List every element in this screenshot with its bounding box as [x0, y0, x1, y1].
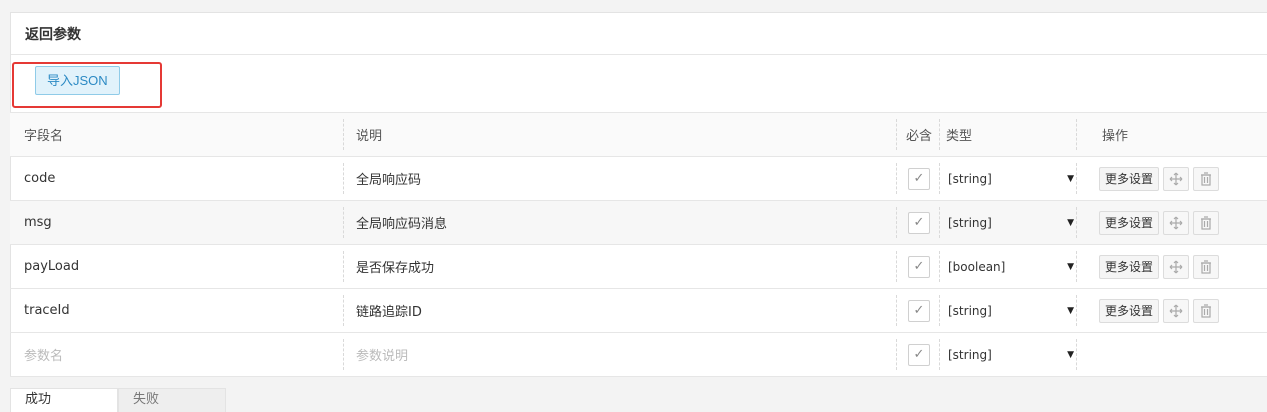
field-desc[interactable]: 链路追踪ID [356, 301, 422, 320]
column-divider [896, 119, 897, 150]
new-param-row: 参数名 参数说明 ✓ [string] ▼ [10, 333, 1267, 377]
type-select[interactable]: [string] ▼ [946, 167, 1074, 191]
column-divider [939, 119, 940, 150]
header-desc: 说明 [356, 129, 383, 144]
table-row: code 全局响应码 ✓ [string] ▼ 更多设置 [10, 157, 1267, 201]
column-divider [343, 207, 344, 238]
table-header: 字段名 说明 必含 类型 操作 [10, 112, 1267, 157]
field-name[interactable]: msg [24, 215, 52, 230]
column-divider [1076, 339, 1077, 370]
column-divider [896, 339, 897, 370]
column-divider [343, 251, 344, 282]
params-table: 字段名 说明 必含 类型 操作 code 全局响应码 ✓ [string] ▼ … [10, 112, 1267, 377]
header-field: 字段名 [24, 129, 64, 144]
field-desc[interactable]: 全局响应码消息 [356, 213, 447, 232]
required-checkbox[interactable]: ✓ [908, 343, 930, 366]
type-select-value: [string] [948, 215, 992, 230]
move-icon[interactable] [1163, 298, 1190, 323]
column-divider [939, 163, 940, 194]
type-select-value: [string] [948, 171, 992, 186]
column-divider [939, 339, 940, 370]
type-select-value: [string] [948, 347, 992, 362]
column-divider [1076, 119, 1077, 150]
trash-icon[interactable] [1193, 254, 1220, 279]
column-divider [343, 163, 344, 194]
type-select[interactable]: [string] ▼ [946, 211, 1074, 235]
required-checkbox[interactable]: ✓ [908, 167, 930, 190]
section-title: 返回参数 [11, 13, 1267, 55]
field-name[interactable]: traceId [24, 303, 70, 318]
column-divider [896, 163, 897, 194]
field-name[interactable]: payLoad [24, 259, 79, 274]
column-divider [1076, 251, 1077, 282]
table-row: traceId 链路追踪ID ✓ [string] ▼ 更多设置 [10, 289, 1267, 333]
more-settings-button[interactable]: 更多设置 [1099, 166, 1160, 191]
more-settings-button[interactable]: 更多设置 [1099, 210, 1160, 235]
column-divider [939, 207, 940, 238]
field-name[interactable]: code [24, 171, 55, 186]
chevron-down-icon: ▼ [1067, 217, 1074, 228]
import-json-button[interactable]: 导入JSON [35, 66, 120, 95]
header-ops: 操作 [1102, 129, 1129, 144]
column-divider [343, 119, 344, 150]
type-select[interactable]: [boolean] ▼ [946, 255, 1074, 279]
header-required: 必含 [905, 129, 932, 144]
chevron-down-icon: ▼ [1067, 261, 1074, 272]
column-divider [896, 295, 897, 326]
column-divider [939, 295, 940, 326]
column-divider [1076, 207, 1077, 238]
required-checkbox[interactable]: ✓ [908, 299, 930, 322]
tab-failure[interactable]: 失败 [118, 388, 226, 412]
type-select-value: [string] [948, 303, 992, 318]
trash-icon[interactable] [1193, 298, 1220, 323]
type-select[interactable]: [string] ▼ [946, 299, 1074, 323]
field-desc[interactable]: 是否保存成功 [356, 257, 434, 276]
type-select[interactable]: [string] ▼ [946, 343, 1074, 367]
header-type: 类型 [946, 129, 973, 144]
field-desc[interactable]: 全局响应码 [356, 169, 421, 188]
column-divider [1076, 295, 1077, 326]
chevron-down-icon: ▼ [1067, 173, 1074, 184]
chevron-down-icon: ▼ [1067, 349, 1074, 360]
column-divider [939, 251, 940, 282]
tab-success[interactable]: 成功 [10, 388, 118, 412]
required-checkbox[interactable]: ✓ [908, 255, 930, 278]
response-tabs: 成功 失败 [10, 388, 226, 412]
column-divider [343, 339, 344, 370]
column-divider [343, 295, 344, 326]
column-divider [1076, 163, 1077, 194]
type-select-value: [boolean] [948, 259, 1006, 274]
move-icon[interactable] [1163, 254, 1190, 279]
move-icon[interactable] [1163, 210, 1190, 235]
column-divider [896, 207, 897, 238]
required-checkbox[interactable]: ✓ [908, 211, 930, 234]
field-name-input[interactable]: 参数名 [24, 345, 63, 364]
table-row: msg 全局响应码消息 ✓ [string] ▼ 更多设置 [10, 201, 1267, 245]
move-icon[interactable] [1163, 166, 1190, 191]
chevron-down-icon: ▼ [1067, 305, 1074, 316]
more-settings-button[interactable]: 更多设置 [1099, 254, 1160, 279]
more-settings-button[interactable]: 更多设置 [1099, 298, 1160, 323]
column-divider [896, 251, 897, 282]
trash-icon[interactable] [1193, 166, 1220, 191]
table-row: payLoad 是否保存成功 ✓ [boolean] ▼ 更多设置 [10, 245, 1267, 289]
field-desc-input[interactable]: 参数说明 [356, 345, 408, 364]
trash-icon[interactable] [1193, 210, 1220, 235]
